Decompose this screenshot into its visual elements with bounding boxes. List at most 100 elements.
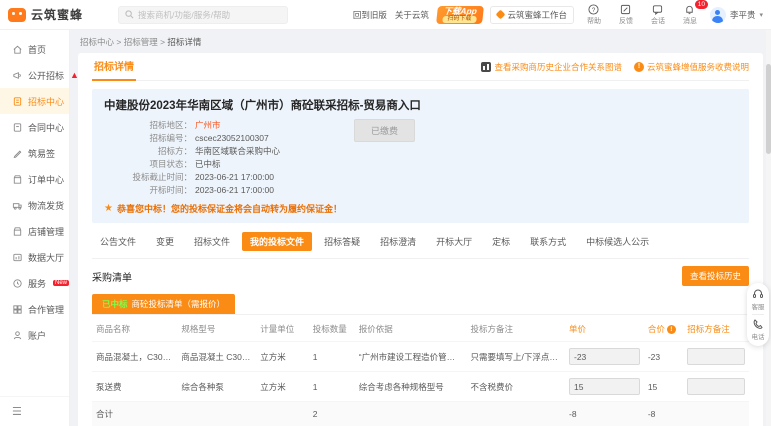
order-icon (12, 174, 23, 185)
purchase-list-title: 采购清单 (92, 269, 132, 284)
search-placeholder: 搜索商机/功能/服务/帮助 (138, 9, 230, 21)
tenderer-note-input[interactable] (687, 348, 745, 365)
unit-price-input[interactable] (569, 378, 640, 395)
download-app-label: 下载App (443, 7, 478, 16)
service-icon (12, 278, 23, 289)
customer-service-button[interactable]: 客服 (752, 288, 765, 311)
view-bid-history-button[interactable]: 查看投标历史 (682, 266, 749, 286)
info-icon: ! (634, 62, 644, 72)
headset-icon (752, 288, 764, 300)
sidebar-item-esign[interactable]: 筑易签 (0, 140, 69, 166)
unit-price-input[interactable] (569, 348, 640, 365)
download-app-button[interactable]: 下载App 扫码下载 (436, 6, 483, 24)
tab-bid-qa[interactable]: 招标答疑 (316, 232, 368, 251)
line-total: 15 (644, 372, 683, 402)
tab-my-bid-files[interactable]: 我的投标文件 (242, 232, 312, 251)
new-badge: New (53, 280, 69, 286)
phone-button[interactable]: 电话 (752, 318, 765, 341)
sidebar-item-account[interactable]: 账户 (0, 322, 69, 348)
scrollbar-track[interactable] (766, 30, 771, 426)
cooperation-map-link[interactable]: 查看采购商历史企业合作关系图谱 (481, 61, 622, 73)
user-menu[interactable]: 李平贵 ▾ (710, 7, 763, 23)
tab-bid-detail[interactable]: 招标详情 (92, 52, 136, 81)
tenderer-value: 华南区域联合采购中心 (195, 145, 280, 158)
bid-number-value: cscec23052100307 (195, 132, 269, 145)
concrete-bid-list-tab[interactable]: 已中标 商砼投标清单（需报价） (92, 294, 235, 314)
feedback-button[interactable]: 反馈 (614, 4, 638, 26)
chat-label: 会话 (651, 16, 665, 26)
download-app-sub: 扫码下载 (442, 16, 476, 23)
tenderer-note-input[interactable] (687, 378, 745, 395)
breadcrumb-bid-detail: 招标详情 (167, 37, 201, 47)
deadline-value: 2023-06-21 17:00:00 (195, 171, 274, 184)
app-logo[interactable]: 云筑蜜蜂 (8, 6, 118, 23)
workspace-button[interactable]: 云筑蜜蜂工作台 (490, 6, 574, 24)
product-unit: 立方米 (256, 372, 309, 402)
feedback-icon (620, 4, 631, 15)
search-icon (125, 10, 134, 19)
product-spec: 综合各种泵 (177, 372, 256, 402)
bidder-note: 不含税费价 (466, 372, 565, 402)
sidebar-item-home[interactable]: 首页 (0, 36, 69, 62)
help-button[interactable]: ? 帮助 (582, 4, 606, 26)
tab-changes[interactable]: 变更 (148, 232, 182, 251)
sidebar-item-order-center[interactable]: 订单中心 (0, 166, 69, 192)
tab-contact[interactable]: 联系方式 (522, 232, 574, 251)
purchase-table-header: 商品名称 规格型号 计量单位 投标数量 报价依据 投标方备注 单价 合价! 招标… (92, 317, 749, 342)
tab-award[interactable]: 定标 (484, 232, 518, 251)
main-area: 招标中心 > 招标管理 > 招标详情 招标详情 查看采购商历史企业合作关系图谱 … (70, 30, 771, 426)
global-search-input[interactable]: 搜索商机/功能/服务/帮助 (118, 6, 288, 24)
tab-bid-clarification[interactable]: 招标澄清 (372, 232, 424, 251)
field-open-time: 开标时间： 2023-06-21 17:00:00 (104, 184, 737, 197)
avatar (710, 7, 726, 23)
bid-info-panel: 中建股份2023年华南区域（广州市）商砼联采招标-贸易商入口 招标地区： 广州市… (92, 89, 749, 223)
total-price: -8 (565, 402, 644, 426)
paid-button[interactable]: 已缴费 (354, 119, 415, 142)
quote-basis: 综合考虑各种规格型号 (355, 372, 467, 402)
sidebar-collapse-button[interactable]: ☰ (0, 396, 69, 426)
chat-button[interactable]: 会话 (646, 4, 670, 26)
sidebar-item-cooperation[interactable]: 合作管理 (0, 296, 69, 322)
back-to-old-link[interactable]: 回到旧版 (353, 9, 387, 21)
sidebar-item-data-hall[interactable]: 数据大厅 (0, 244, 69, 270)
messages-button[interactable]: 10 消息 (678, 4, 702, 26)
sidebar-item-public-bidding[interactable]: 公开招标 ▲ (0, 62, 69, 88)
app-title: 云筑蜜蜂 (31, 6, 83, 23)
status-value: 已中标 (195, 158, 221, 171)
breadcrumb-bid-center[interactable]: 招标中心 (80, 37, 114, 47)
sidebar-item-bid-center[interactable]: 招标中心 (0, 88, 69, 114)
win-notice: ★ 恭喜您中标！您的投标保证金将会自动转为履约保证金！ (104, 202, 737, 215)
tab-bid-files[interactable]: 招标文件 (186, 232, 238, 251)
tab-announcement-files[interactable]: 公告文件 (92, 232, 144, 251)
bid-list-tab-row: 已中标 商砼投标清单（需报价） (92, 294, 749, 315)
sidebar-item-logistics[interactable]: 物流发货 (0, 192, 69, 218)
service-fee-link[interactable]: ! 云筑蜜蜂增值服务收费说明 (634, 61, 749, 73)
help-icon: ? (588, 4, 599, 15)
tab-bid-opening-hall[interactable]: 开标大厅 (428, 232, 480, 251)
price-info-icon[interactable]: ! (667, 325, 676, 334)
feedback-label: 反馈 (619, 16, 633, 26)
bee-logo-icon (8, 8, 26, 22)
tab-winner-announcement[interactable]: 中标候选人公示 (578, 232, 657, 251)
sidebar-item-contract-center[interactable]: 合同中心 (0, 114, 69, 140)
phone-icon (752, 318, 764, 330)
top-bar: 云筑蜜蜂 搜索商机/功能/服务/帮助 回到旧版 关于云筑 下载App 扫码下载 … (0, 0, 771, 30)
about-link[interactable]: 关于云筑 (395, 9, 429, 21)
chat-icon (652, 4, 663, 15)
purchase-table: 商品名称 规格型号 计量单位 投标数量 报价依据 投标方备注 单价 合价! 招标… (92, 317, 749, 426)
breadcrumb-bid-management[interactable]: 招标管理 (124, 37, 158, 47)
product-unit: 立方米 (256, 342, 309, 372)
workspace-icon (496, 10, 506, 20)
product-qty: 1 (309, 342, 355, 372)
field-status: 项目状态： 已中标 (104, 158, 737, 171)
shop-icon (12, 226, 23, 237)
megaphone-icon (12, 70, 23, 81)
field-region: 招标地区： 广州市 (104, 119, 737, 132)
message-count-badge: 10 (695, 0, 708, 9)
bid-detail-card: 招标详情 查看采购商历史企业合作关系图谱 ! 云筑蜜蜂增值服务收费说明 中建股份… (78, 53, 763, 426)
scrollbar-thumb[interactable] (766, 64, 771, 154)
messages-label: 消息 (683, 16, 697, 26)
sidebar-item-shop-management[interactable]: 店铺管理 (0, 218, 69, 244)
product-qty: 1 (309, 372, 355, 402)
sidebar-item-services[interactable]: 服务 New (0, 270, 69, 296)
